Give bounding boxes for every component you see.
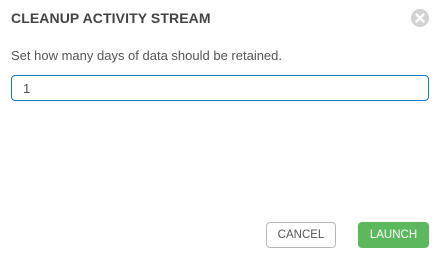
close-button[interactable] [411,9,429,27]
cancel-button[interactable]: CANCEL [266,222,336,248]
days-retained-input[interactable] [11,75,429,101]
dialog-title: CLEANUP ACTIVITY STREAM [11,10,211,26]
retention-help-text: Set how many days of data should be reta… [11,48,283,63]
launch-button[interactable]: LAUNCH [358,222,429,248]
cleanup-activity-stream-dialog: CLEANUP ACTIVITY STREAM Set how many day… [0,0,442,255]
